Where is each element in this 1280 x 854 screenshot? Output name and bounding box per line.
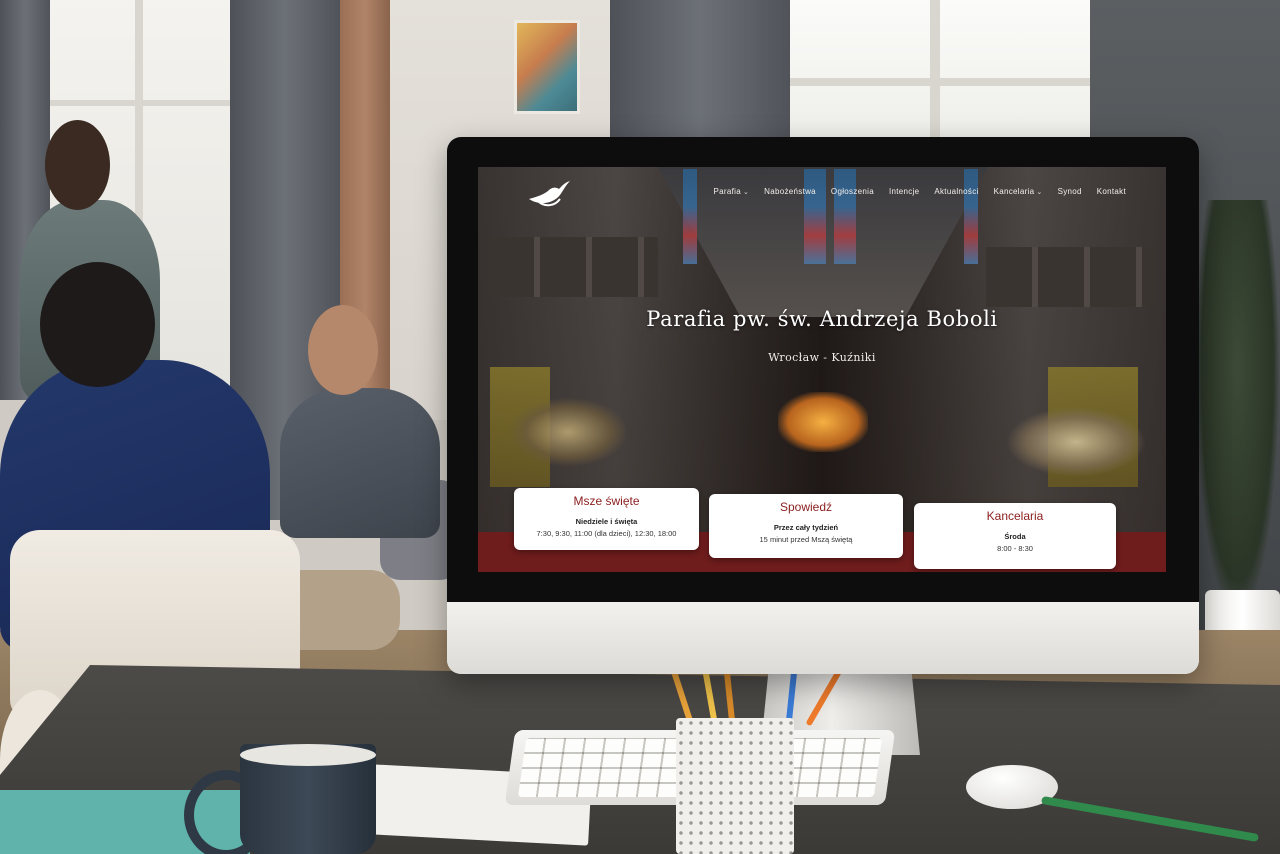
seated-man (280, 388, 440, 538)
nav-item-label: Aktualności (934, 187, 979, 196)
nav-item-nabożeństwa[interactable]: Nabożeństwa (764, 187, 816, 196)
card-subtitle: Przez cały tydzień (773, 523, 839, 532)
dove-logo-icon[interactable] (526, 177, 572, 209)
nav-item-label: Nabożeństwa (764, 187, 816, 196)
hero-subtitle: Wrocław - Kuźniki (768, 351, 876, 364)
nav-item-label: Parafia (713, 187, 741, 196)
card-text: 7:30, 9:30, 11:00 (dla dzieci), 12:30, 1… (536, 529, 677, 538)
church-candles (508, 397, 628, 467)
chevron-down-icon: ⌄ (1036, 189, 1043, 196)
coffee-mug (240, 744, 376, 854)
main-navigation: Parafia ⌄ Nabożeństwa Ogłoszenia Intencje Akt… (714, 187, 1126, 196)
card-subtitle: Środa (1004, 532, 1026, 541)
stained-glass (683, 169, 697, 264)
church-candles (1006, 407, 1146, 477)
hero-title: Parafia pw. św. Andrzeja Boboli (646, 307, 998, 331)
stained-glass (804, 169, 826, 264)
stained-glass (834, 169, 856, 264)
website-screen: Parafia ⌄ Nabożeństwa Ogłoszenia Intencje Akt… (478, 167, 1166, 572)
seated-man-head (308, 305, 378, 395)
man-head (40, 262, 155, 387)
nav-item-label: Synod (1057, 187, 1082, 196)
curtain-center (610, 0, 790, 150)
monitor-chin (447, 602, 1199, 674)
stained-glass (964, 169, 978, 264)
nav-item-synod[interactable]: Synod (1058, 187, 1082, 196)
church-wall-left (488, 237, 658, 297)
nav-item-label: Kontakt (1096, 187, 1126, 196)
card-masses[interactable]: Msze święte Niedziele i święta 7:30, 9:3… (514, 488, 699, 550)
nav-item-label: Kancelaria (993, 187, 1035, 196)
nav-item-kancelaria[interactable]: Kancelaria ⌄ (994, 187, 1043, 196)
card-subtitle: Niedziele i święta (575, 517, 638, 526)
pencil-cup (676, 718, 794, 854)
card-text: 15 minut przed Mszą świętą (759, 535, 853, 544)
card-confession[interactable]: Spowiedź Przez cały tydzień 15 minut prz… (709, 494, 903, 558)
woman-head (45, 120, 110, 210)
nav-item-ogłoszenia[interactable]: Ogłoszenia (831, 187, 874, 196)
church-altar (778, 392, 868, 452)
nav-item-parafia[interactable]: Parafia ⌄ (714, 187, 750, 196)
card-title: Spowiedź (779, 500, 833, 514)
church-wall-right (986, 247, 1156, 307)
right-window (790, 0, 1090, 140)
card-office[interactable]: Kancelaria Środa 8:00 - 8:30 (914, 503, 1116, 569)
chevron-down-icon: ⌄ (742, 189, 750, 196)
nav-item-label: Intencje (888, 187, 920, 196)
card-text: 8:00 - 8:30 (997, 544, 1033, 553)
nav-item-kontakt[interactable]: Kontakt (1097, 187, 1126, 196)
nav-item-intencje[interactable]: Intencje (889, 187, 919, 196)
nav-item-label: Ogłoszenia (830, 187, 874, 196)
wall-painting (514, 20, 580, 114)
card-title: Msze święte (573, 494, 640, 508)
potted-plant (1195, 200, 1280, 620)
nav-item-aktualności[interactable]: Aktualności (934, 187, 978, 196)
card-title: Kancelaria (986, 509, 1044, 523)
